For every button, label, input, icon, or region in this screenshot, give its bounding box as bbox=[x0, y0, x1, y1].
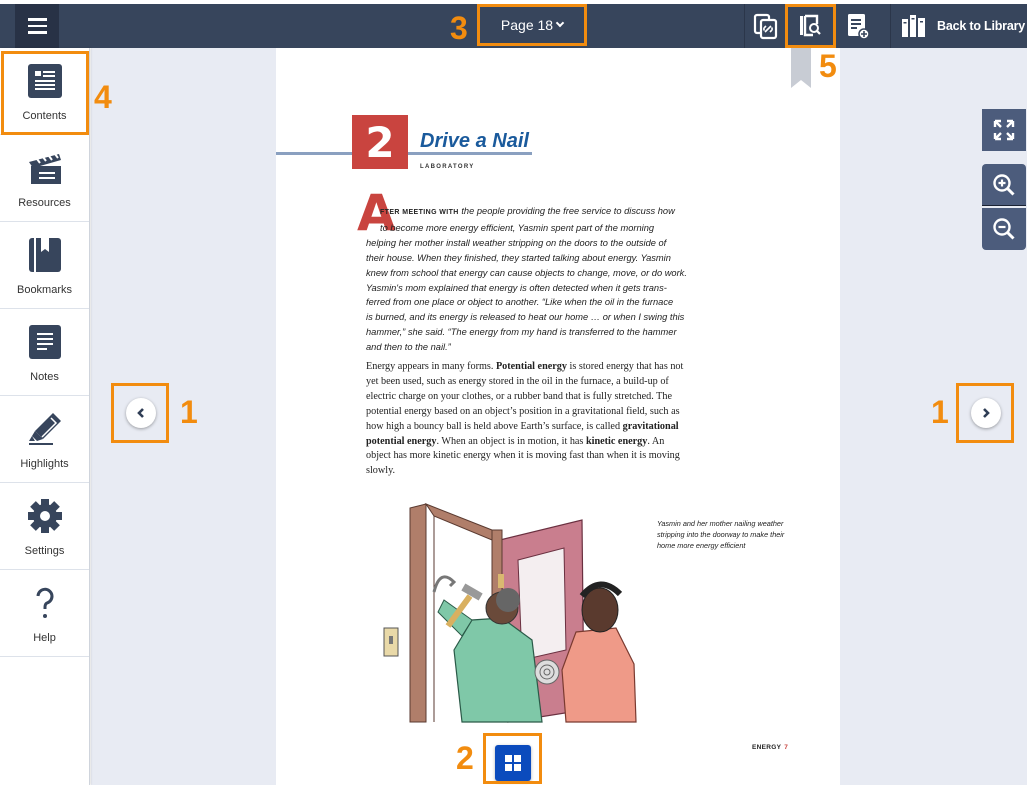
intro-line: fter meeting with the people providing t… bbox=[366, 204, 688, 221]
toolbar-divider bbox=[834, 4, 835, 48]
linked-copy-icon bbox=[753, 13, 778, 40]
sidebar-item-settings[interactable]: Settings bbox=[0, 483, 89, 570]
question-icon bbox=[27, 585, 63, 621]
gear-icon bbox=[27, 498, 63, 534]
sidebar-label: Contents bbox=[22, 110, 67, 122]
clapperboard-icon bbox=[27, 150, 63, 186]
linked-copy-button[interactable] bbox=[744, 4, 788, 48]
sidebar-item-bookmarks[interactable]: Bookmarks bbox=[0, 222, 89, 309]
toolbar-divider bbox=[890, 4, 891, 48]
callout-3: 3 bbox=[450, 10, 468, 46]
intro-line-text: the people providing the free service to… bbox=[461, 206, 675, 216]
chevron-down-icon bbox=[555, 18, 565, 28]
highlighter-icon bbox=[27, 411, 63, 447]
fullscreen-button[interactable] bbox=[982, 109, 1026, 151]
illustration-caption: Yasmin and her mother nailing weather st… bbox=[657, 519, 785, 550]
intro-line: helping her mother install weather strip… bbox=[366, 237, 667, 248]
intro-line: ferred from one place or object to anoth… bbox=[366, 297, 674, 308]
zoom-in-icon bbox=[993, 173, 1015, 196]
callout-4: 4 bbox=[94, 79, 112, 115]
page-folio: ENERGY 7 bbox=[752, 744, 788, 751]
intro-line: hammer,” she said. “The energy from my h… bbox=[366, 327, 677, 338]
intro-line: to become more energy efficient, Yasmin … bbox=[380, 222, 655, 233]
grid-icon bbox=[505, 755, 521, 771]
sidebar-item-contents[interactable]: Contents bbox=[0, 48, 89, 135]
chapter-title: Drive a Nail bbox=[420, 130, 529, 152]
intro-line: their house. When they finished, they st… bbox=[366, 252, 671, 263]
sidebar: Contents Resources Bookmarks Notes Highl… bbox=[0, 48, 90, 785]
back-to-library-label: Back to Library bbox=[937, 19, 1026, 33]
chapter-subtitle: LABORATORY bbox=[420, 164, 475, 170]
expand-icon bbox=[993, 119, 1015, 141]
next-page-button[interactable] bbox=[971, 398, 1001, 428]
add-note-button[interactable] bbox=[836, 4, 880, 48]
sidebar-label: Settings bbox=[24, 545, 65, 557]
book-search-icon bbox=[800, 14, 821, 37]
callout-1-next: 1 bbox=[931, 394, 949, 430]
term-kinetic-energy: kinetic energy bbox=[585, 435, 648, 447]
sidebar-label: Resources bbox=[18, 197, 71, 209]
back-to-library-button[interactable]: Back to Library bbox=[893, 4, 1025, 48]
sidebar-item-resources[interactable]: Resources bbox=[0, 135, 89, 222]
book-search-button[interactable] bbox=[788, 4, 832, 48]
previous-page-button[interactable] bbox=[126, 398, 156, 428]
callout-5: 5 bbox=[819, 48, 837, 84]
folio-number: 7 bbox=[784, 744, 789, 751]
sidebar-item-notes[interactable]: Notes bbox=[0, 309, 89, 396]
intro-line: is burned, and its energy is released to… bbox=[366, 312, 685, 323]
intro-paragraph: fter meeting with the people providing t… bbox=[366, 204, 688, 355]
intro-smallcaps: fter meeting with bbox=[380, 209, 459, 216]
top-toolbar: Page 18 Back to Library bbox=[0, 4, 1027, 48]
bookmark-book-icon bbox=[27, 237, 63, 273]
chapter-number: 2 bbox=[352, 115, 408, 169]
sidebar-item-highlights[interactable]: Highlights bbox=[0, 396, 89, 483]
intro-line: Yasmin's mom explained that energy is of… bbox=[366, 282, 667, 293]
sidebar-item-help[interactable]: Help bbox=[0, 570, 89, 657]
sidebar-label: Highlights bbox=[20, 458, 69, 470]
chevron-left-icon bbox=[137, 408, 144, 418]
library-books-icon bbox=[902, 15, 925, 37]
illustration bbox=[352, 500, 644, 730]
page-grid-button[interactable] bbox=[495, 745, 531, 781]
callout-2: 2 bbox=[456, 740, 474, 776]
add-note-icon bbox=[848, 14, 870, 40]
intro-line: knew from school that energy can cause o… bbox=[366, 267, 687, 278]
sidebar-label: Bookmarks bbox=[16, 284, 73, 296]
intro-line: and then to the nail.” bbox=[366, 342, 451, 353]
callout-1-prev: 1 bbox=[180, 394, 198, 430]
notes-icon bbox=[27, 324, 63, 360]
body-text: . When an object is in motion, it has bbox=[436, 435, 586, 447]
chevron-right-icon bbox=[983, 408, 990, 418]
body-text: Energy appears in many forms. bbox=[366, 361, 496, 372]
page-selector-label: Page 18 bbox=[500, 17, 554, 33]
hamburger-icon bbox=[27, 16, 47, 36]
zoom-in-button[interactable] bbox=[982, 164, 1026, 206]
term-potential-energy: Potential energy bbox=[495, 361, 567, 372]
sidebar-label: Notes bbox=[30, 371, 59, 383]
folio-label: ENERGY bbox=[752, 744, 782, 751]
contents-icon bbox=[27, 63, 63, 99]
sidebar-label: Help bbox=[33, 632, 56, 644]
zoom-out-button[interactable] bbox=[982, 208, 1026, 250]
body-paragraph: Energy appears in many forms. Potential … bbox=[366, 360, 688, 479]
menu-button[interactable] bbox=[15, 4, 59, 48]
page-selector[interactable]: Page 18 bbox=[477, 4, 587, 46]
zoom-out-icon bbox=[993, 218, 1015, 240]
